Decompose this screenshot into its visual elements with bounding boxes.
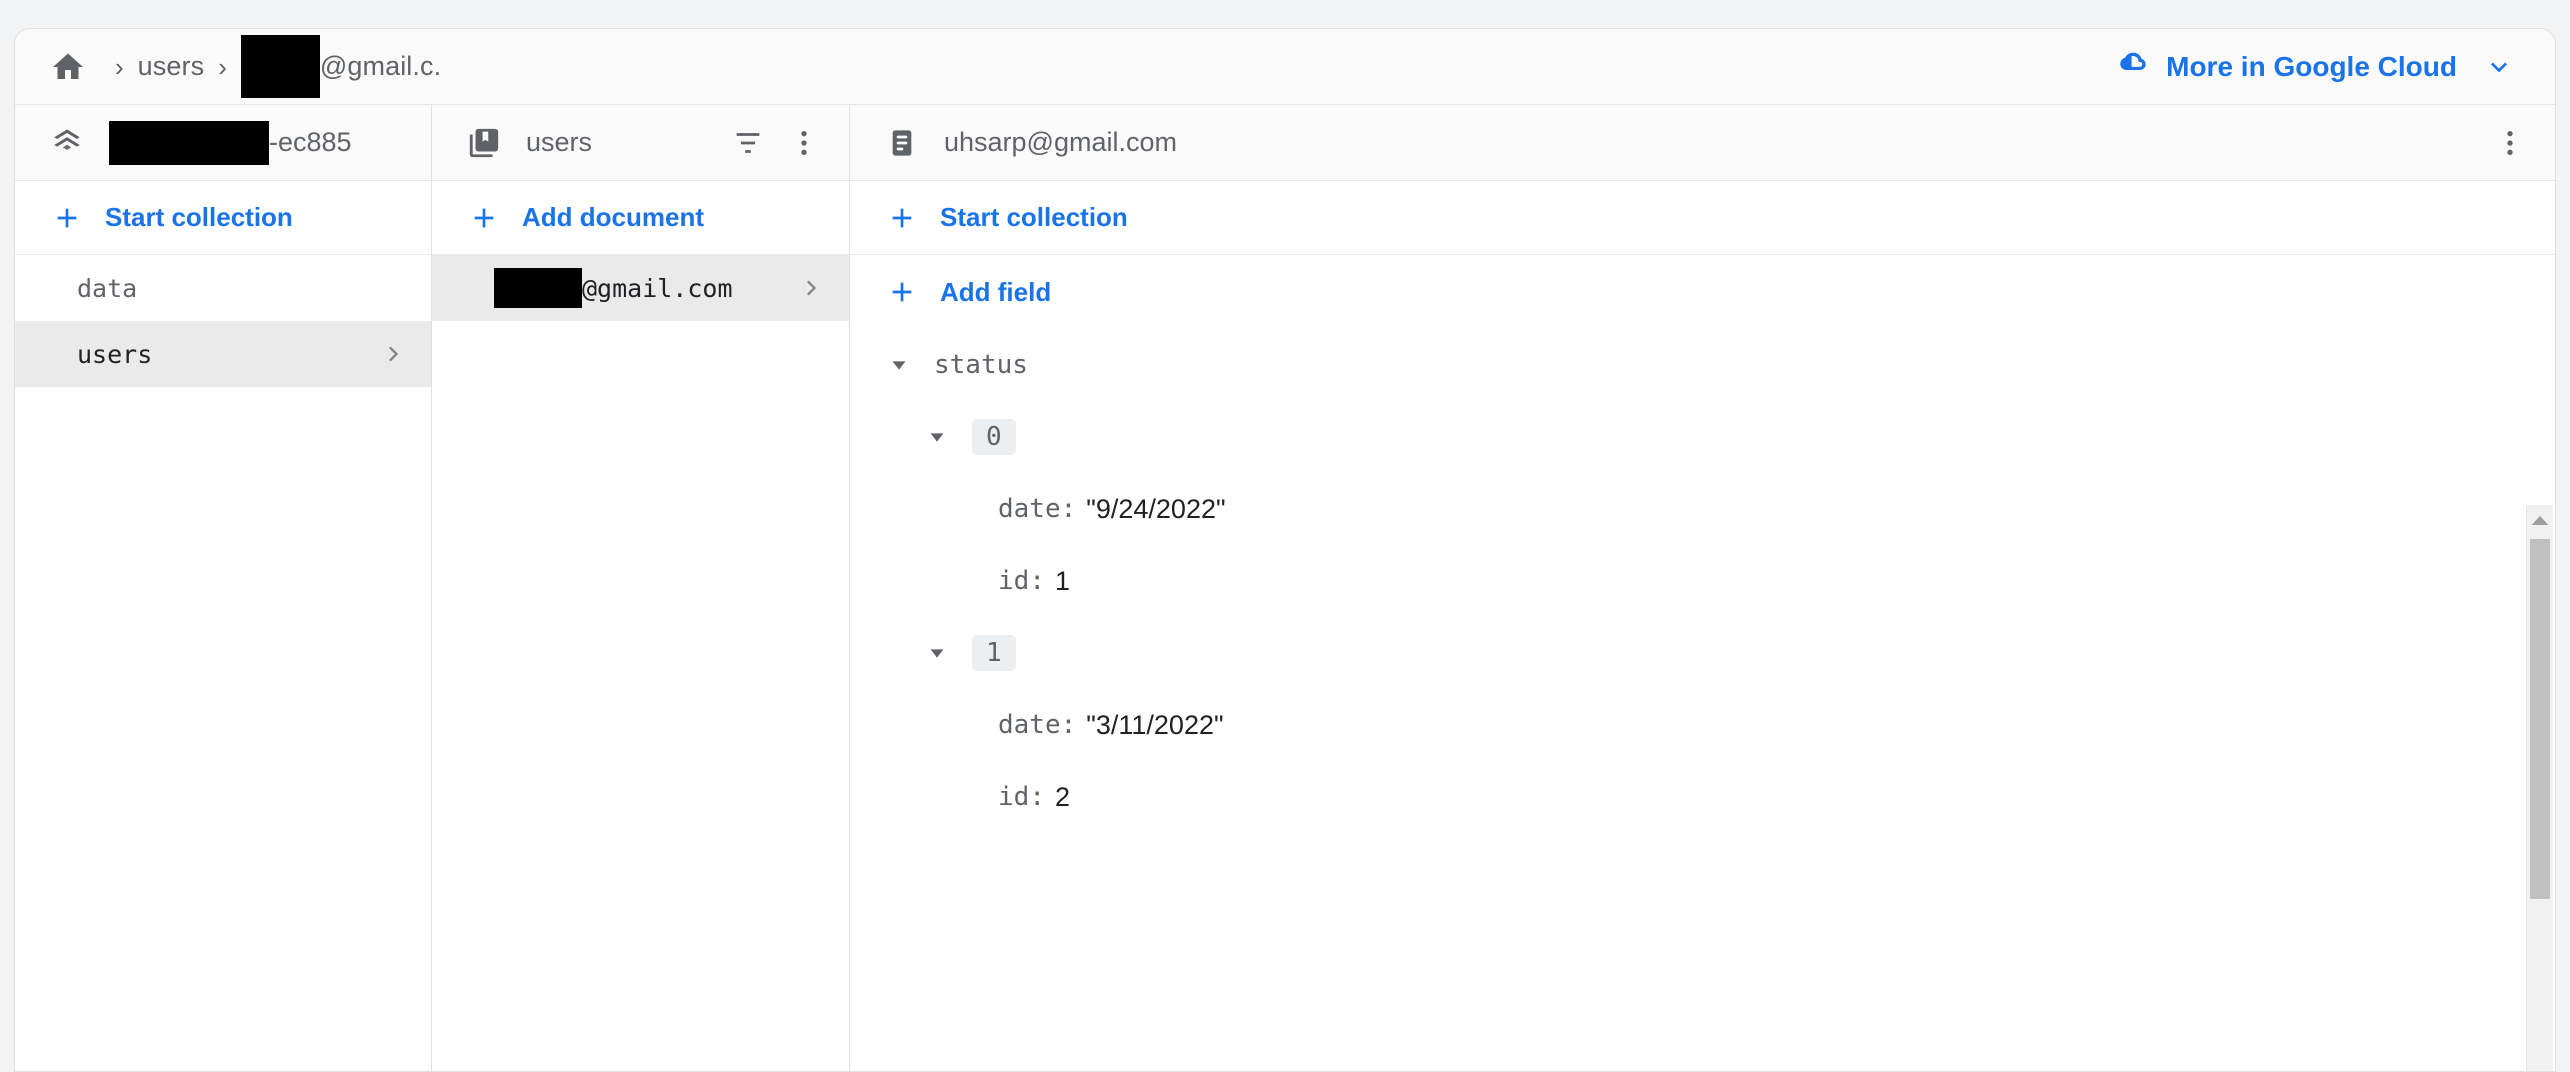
collections-bookmark-icon [464, 126, 504, 160]
chevron-right-icon [379, 339, 409, 369]
documents-panel-header: users [432, 105, 849, 181]
add-document-button[interactable]: Add document [432, 181, 849, 255]
breadcrumb-current-document[interactable]: @gmail.c. [240, 35, 442, 98]
field-row-id[interactable]: id: 1 [850, 555, 2555, 607]
caret-down-icon[interactable] [884, 354, 914, 376]
start-collection-button[interactable]: Start collection [850, 181, 2555, 255]
document-detail-header-actions [2487, 120, 2533, 166]
more-vert-icon[interactable] [2487, 120, 2533, 166]
caret-down-icon[interactable] [922, 642, 952, 664]
more-in-google-cloud-button[interactable]: More in Google Cloud [2114, 44, 2515, 89]
firestore-data-browser: › users › @gmail.c. More in Google Cloud [14, 28, 2556, 1072]
vertical-scrollbar[interactable] [2526, 505, 2553, 1071]
field-key: id [998, 566, 1030, 596]
redacted-block [494, 268, 582, 308]
add-field-label: Add field [940, 276, 1052, 307]
project-id-suffix: -ec885 [269, 127, 352, 157]
plus-icon [49, 202, 85, 234]
breadcrumb-current-suffix: @gmail.c. [319, 51, 442, 81]
redacted-block [109, 120, 269, 165]
start-collection-label: Start collection [940, 202, 1128, 232]
breadcrumb-separator-1: › [115, 51, 124, 82]
field-key: date [998, 494, 1061, 524]
start-collection-label: Start collection [105, 202, 293, 232]
array-index-badge: 1 [972, 635, 1016, 671]
scroll-up-arrow-icon[interactable] [2527, 505, 2553, 535]
caret-down-icon[interactable] [922, 426, 952, 448]
document-item-suffix: @gmail.com [582, 273, 733, 303]
field-value: 1 [1054, 565, 1070, 596]
chevron-right-icon [797, 273, 827, 303]
breadcrumb-bar: › users › @gmail.c. More in Google Cloud [15, 29, 2555, 105]
plus-icon [884, 202, 920, 234]
breadcrumb-item-users[interactable]: users [138, 51, 205, 82]
documents-header-actions [725, 120, 827, 166]
field-colon: : [1029, 782, 1045, 812]
document-item[interactable]: @gmail.com [432, 255, 849, 321]
plus-icon [884, 276, 920, 308]
add-document-label: Add document [522, 202, 704, 232]
collection-item-data[interactable]: data [15, 255, 431, 321]
field-row-id[interactable]: id: 2 [850, 771, 2555, 823]
field-value: "3/11/2022" [1086, 709, 1224, 740]
document-icon [882, 127, 922, 159]
document-detail-header: uhsarp@gmail.com [850, 105, 2555, 181]
document-detail-panel: uhsarp@gmail.com Start collection Add fi… [850, 105, 2555, 1071]
start-collection-button[interactable]: Start collection [15, 181, 431, 255]
field-value: 2 [1054, 781, 1070, 812]
field-value: "9/24/2022" [1086, 493, 1226, 524]
collection-name-label: users [526, 127, 593, 157]
field-colon: : [1060, 710, 1077, 740]
redacted-block [240, 35, 320, 98]
project-id-label: -ec885 [109, 120, 409, 165]
collection-item-label: data [77, 273, 138, 303]
collections-panel-header: -ec885 [15, 105, 431, 181]
project-layers-icon [47, 125, 87, 161]
breadcrumb: › users › @gmail.c. [49, 35, 2114, 98]
add-field-button[interactable]: Add field [850, 255, 2555, 329]
field-tree: status 0 date: "9/24/2022" id: 1 1 date… [850, 329, 2555, 1071]
google-cloud-icon [2114, 44, 2152, 89]
collections-panel: -ec885 Start collection data users [15, 105, 432, 1071]
plus-icon [466, 202, 502, 234]
field-key: id [998, 782, 1030, 812]
documents-panel: users Add document @gmail.com [432, 105, 850, 1071]
scrollbar-thumb[interactable] [2530, 539, 2550, 899]
collection-item-label: users [77, 339, 153, 369]
array-index-badge: 0 [972, 419, 1016, 455]
field-key: status [934, 350, 1028, 380]
breadcrumb-separator-2: › [218, 51, 227, 82]
chevron-down-icon[interactable] [2483, 51, 2515, 83]
field-row-array-index-1[interactable]: 1 [850, 627, 2555, 679]
collection-item-users[interactable]: users [15, 321, 431, 387]
document-id-label: uhsarp@gmail.com [944, 127, 1177, 157]
field-row-date[interactable]: date: "9/24/2022" [850, 483, 2555, 535]
home-icon[interactable] [49, 48, 87, 86]
more-vert-icon[interactable] [781, 120, 827, 166]
field-row-array-index-0[interactable]: 0 [850, 411, 2555, 463]
collections-list: data users [15, 255, 431, 1071]
field-row-status[interactable]: status [850, 339, 2555, 391]
field-key: date [998, 710, 1061, 740]
field-colon: : [1029, 566, 1045, 596]
document-item-label: @gmail.com [494, 268, 797, 308]
documents-list: @gmail.com [432, 255, 849, 1071]
filter-icon[interactable] [725, 120, 771, 166]
field-colon: : [1060, 494, 1077, 524]
panels-container: -ec885 Start collection data users users… [15, 105, 2555, 1071]
more-in-google-cloud-label: More in Google Cloud [2166, 50, 2457, 82]
field-row-date[interactable]: date: "3/11/2022" [850, 699, 2555, 751]
